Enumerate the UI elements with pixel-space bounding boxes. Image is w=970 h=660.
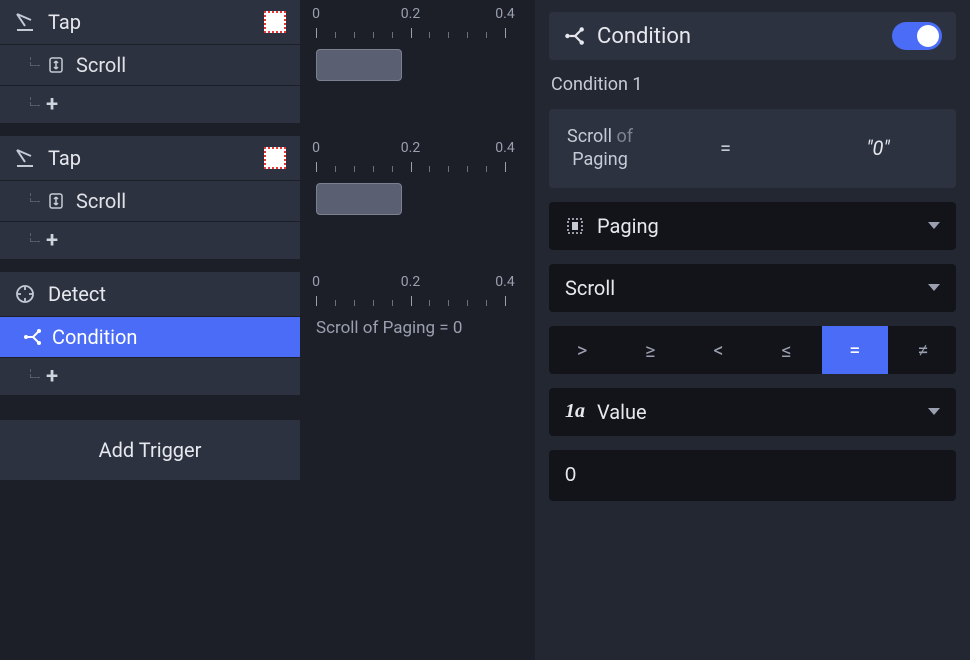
plus-icon: + [46,364,58,389]
value-input[interactable] [549,450,956,501]
inspector-header: Condition [549,12,956,60]
operator-button[interactable]: ≠ [890,326,956,374]
inspector-panel: Condition Condition 1 Scroll of Paging =… [535,0,970,660]
trigger-label: Tap [48,146,81,170]
chevron-down-icon [928,284,940,291]
color-swatch[interactable] [264,11,286,33]
trigger-header[interactable]: Tap [0,0,300,44]
operator-button[interactable]: ≤ [754,326,820,374]
condition-section-label: Condition 1 [549,74,956,95]
add-trigger-label: Add Trigger [99,438,202,462]
operator-button[interactable]: > [549,326,615,374]
operator-button[interactable]: ≥ [617,326,683,374]
trigger-header[interactable]: Tap [0,136,300,180]
ruler-tick-label: 0.4 [495,6,514,22]
trigger-group: Tap Scroll + [0,0,300,124]
timeline-block: 0 0.2 0.4 [300,134,535,256]
add-response-button[interactable]: + [0,358,300,396]
target-select[interactable]: Paging [549,202,956,250]
timeline-ruler[interactable]: 0 0.2 0.4 [300,268,535,312]
expression-operator: = [706,136,746,160]
property-select-label: Scroll [565,276,615,300]
target-select-label: Paging [597,214,659,238]
expression-property: Scroll of Paging [567,125,633,172]
timeline-track[interactable] [300,44,535,86]
scroll-icon [46,191,66,211]
trigger-group: Detect Condition + [0,272,300,396]
ruler-tick-label: 0.2 [401,6,420,22]
inspector-title: Condition [597,24,691,49]
timeline-panel: 0 0.2 0.4 0 0.2 0.4 0 0.2 0.4 Scroll of Paging… [300,0,535,660]
ruler-tick-label: 0.2 [401,274,420,290]
trigger-response-label: Scroll [76,189,126,213]
plus-icon: + [46,228,58,253]
trigger-response-condition[interactable]: Condition [0,317,300,358]
trigger-response-scroll[interactable]: Scroll [0,45,300,86]
expression-value: "0" [818,136,938,160]
add-trigger-button[interactable]: Add Trigger [0,420,300,480]
chevron-down-icon [928,408,940,415]
trigger-response-scroll[interactable]: Scroll [0,181,300,222]
timeline-clip[interactable] [316,183,402,215]
add-response-button[interactable]: + [0,222,300,260]
timeline-clip[interactable] [316,49,402,81]
detect-icon [14,283,36,305]
condition-icon [22,327,42,347]
condition-icon [563,25,585,47]
value-mode-select[interactable]: 1a Value [549,388,956,436]
timeline-ruler[interactable]: 0 0.2 0.4 [300,0,535,44]
trigger-group: Tap Scroll + [0,136,300,260]
triggers-panel: Tap Scroll + [0,0,300,660]
chevron-down-icon [928,222,940,229]
ruler-tick-label: 0.2 [401,140,420,156]
value-mode-label: Value [597,400,647,424]
plus-icon: + [46,92,58,117]
scroll-icon [46,55,66,75]
operator-button[interactable]: < [685,326,751,374]
operator-button[interactable]: = [822,326,888,374]
trigger-label: Tap [48,10,81,34]
color-swatch[interactable] [264,147,286,169]
value-mode-prefix: 1a [565,400,585,423]
ruler-tick-label: 0 [312,6,320,22]
operator-segmented: >≥<≤=≠ [549,326,956,374]
tap-icon [14,147,36,169]
condition-expression: Scroll of Paging = "0" [549,109,956,188]
timeline-block: 0 0.2 0.4 Scroll of Paging = 0 [300,268,535,338]
add-response-button[interactable]: + [0,86,300,124]
condition-summary: Scroll of Paging = 0 [300,318,535,338]
property-select[interactable]: Scroll [549,264,956,312]
trigger-response-label: Scroll [76,53,126,77]
trigger-header[interactable]: Detect [0,272,300,316]
target-bounds-icon [565,216,585,236]
tap-icon [14,11,36,33]
timeline-block: 0 0.2 0.4 [300,0,535,122]
trigger-response-label: Condition [52,325,137,349]
condition-toggle[interactable] [892,22,942,50]
ruler-tick-label: 0.4 [495,274,514,290]
trigger-label: Detect [48,282,106,306]
ruler-tick-label: 0 [312,274,320,290]
ruler-tick-label: 0 [312,140,320,156]
timeline-ruler[interactable]: 0 0.2 0.4 [300,134,535,178]
timeline-track[interactable] [300,178,535,220]
ruler-tick-label: 0.4 [495,140,514,156]
